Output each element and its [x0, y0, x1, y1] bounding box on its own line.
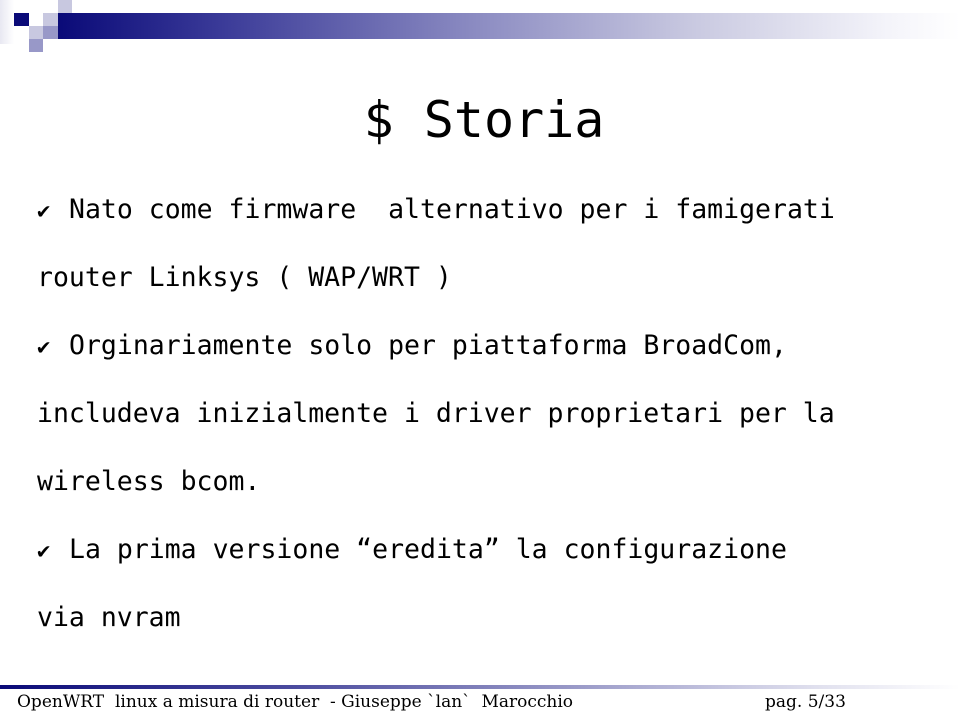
line-text: includeva inizialmente i driver propriet…: [37, 398, 835, 429]
line-text: La prima versione “eredita” la configura…: [69, 534, 787, 565]
slide-content: ✔ Nato come firmware alternativo per i fa…: [37, 188, 937, 664]
logo-square: [0, 0, 14, 44]
logo-square: [29, 39, 43, 52]
footer-title: OpenWRT linux a misura di router - Giuse…: [17, 692, 574, 712]
page-number: pag. 5/33: [765, 692, 846, 712]
continuation-line: includeva inizialmente i driver propriet…: [37, 392, 937, 460]
line-text: router Linksys ( WAP/WRT ): [37, 262, 452, 293]
bullet-line: ✔ Nato come firmware alternativo per i fa…: [37, 188, 937, 256]
logo-square: [43, 26, 58, 39]
checkmark-icon: ✔: [37, 335, 51, 360]
footer-divider: [0, 685, 960, 689]
bullet-line: ✔ La prima versione “eredita” la configur…: [37, 528, 937, 596]
continuation-line: router Linksys ( WAP/WRT ): [37, 256, 937, 324]
logo-square: [14, 13, 29, 26]
continuation-line: wireless bcom.: [37, 460, 937, 528]
checkmark-icon: ✔: [37, 539, 51, 564]
slide-title: $ Storia: [363, 91, 605, 149]
bullet-line: ✔ Orginariamente solo per piattaforma Bro…: [37, 324, 937, 392]
logo-square: [29, 26, 43, 39]
logo-square: [43, 13, 58, 26]
line-text: Orginariamente solo per piattaforma Broa…: [69, 330, 787, 361]
line-text: Nato come firmware alternativo per i fam…: [69, 194, 835, 225]
continuation-line: via nvram: [37, 596, 937, 664]
line-text: via nvram: [37, 602, 181, 633]
header-gradient-bar: [58, 13, 960, 39]
line-text: wireless bcom.: [37, 466, 261, 497]
logo-square: [58, 0, 72, 13]
footer: OpenWRT linux a misura di router - Giuse…: [0, 692, 960, 714]
checkmark-icon: ✔: [37, 199, 51, 224]
